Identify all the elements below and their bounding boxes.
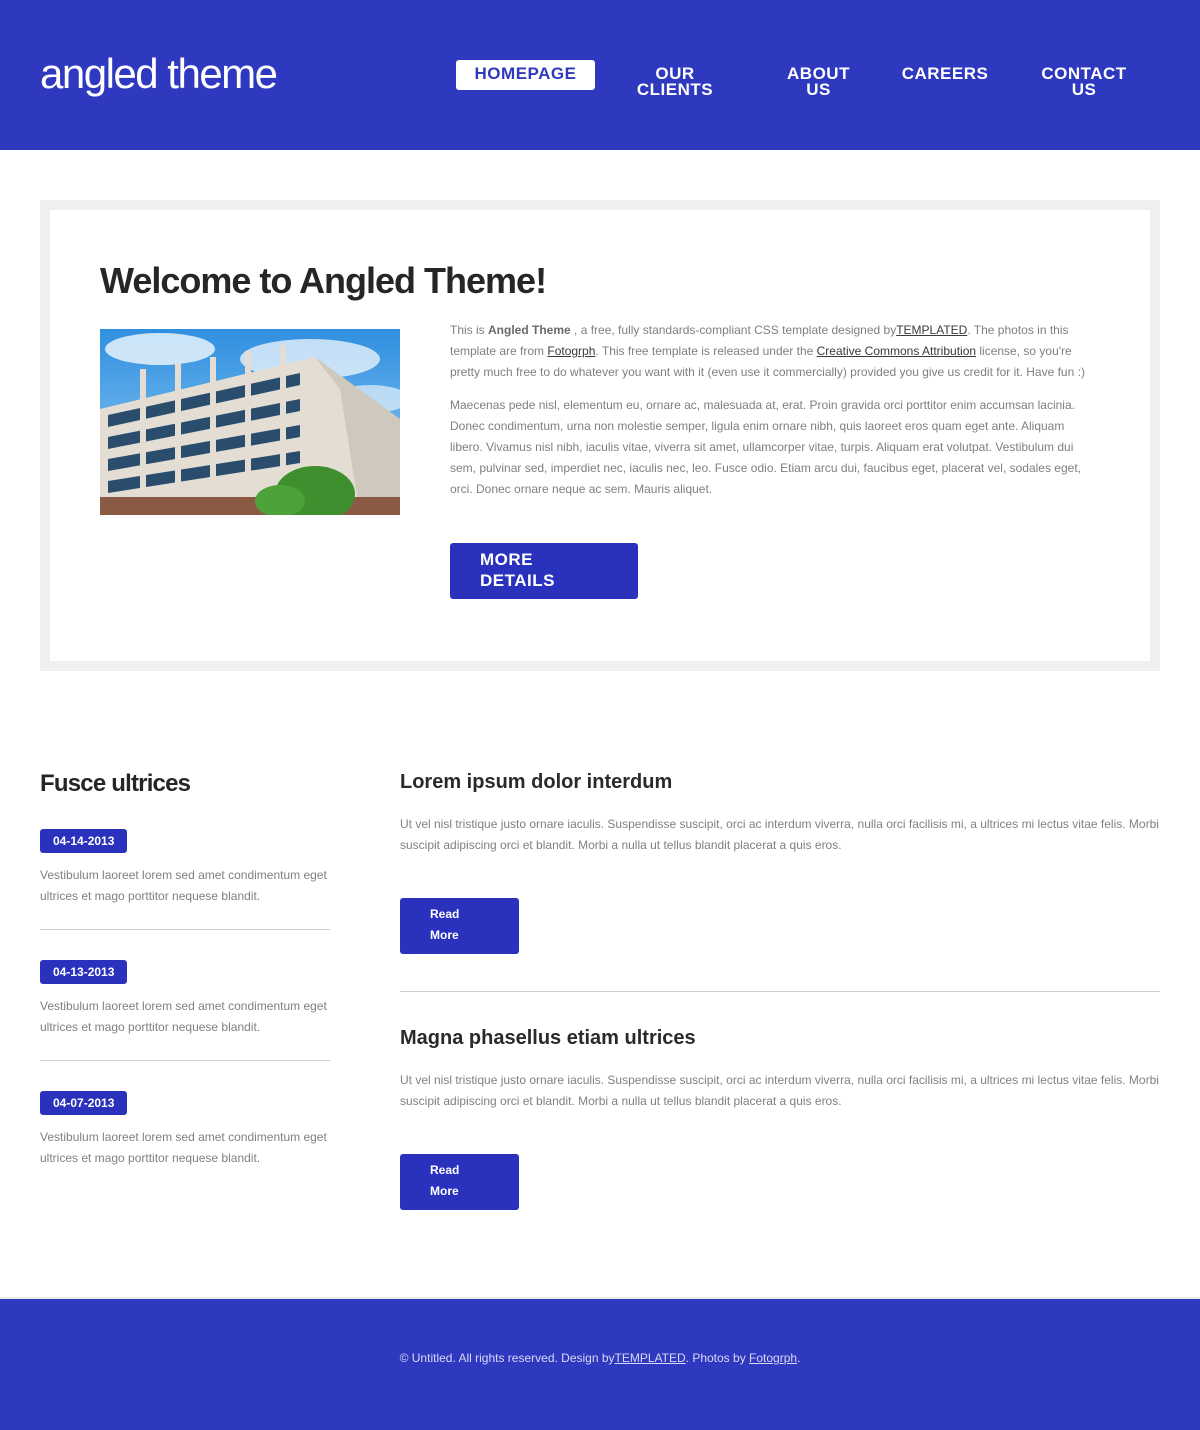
welcome-paragraph-2: Maecenas pede nisl, elementum eu, ornare… xyxy=(450,398,1081,496)
welcome-text: This is Angled Theme , a free, fully sta… xyxy=(450,320,1100,512)
sidebar-entry-text: Vestibulum laoreet lorem sed amet condim… xyxy=(40,1130,327,1165)
theme-name: Angled Theme xyxy=(488,323,571,337)
nav-our-clients[interactable]: OUR CLIENTS xyxy=(625,65,725,98)
sidebar-entry-text: Vestibulum laoreet lorem sed amet condim… xyxy=(40,999,327,1034)
footer-credits: © Untitled. All rights reserved. Design … xyxy=(399,1351,801,1365)
nav-careers[interactable]: CAREERS xyxy=(895,65,995,82)
more-details-button[interactable]: MORE DETAILS xyxy=(450,543,638,599)
article: Lorem ipsum dolor interdum Ut vel nisl t… xyxy=(400,771,1160,961)
article-title: Lorem ipsum dolor interdum xyxy=(400,771,673,793)
creative-commons-link[interactable]: Creative Commons Attribution xyxy=(817,344,976,358)
nav-contact-us[interactable]: CONTACT US xyxy=(1036,65,1132,98)
sidebar-entry: 04-14-2013 Vestibulum laoreet lorem sed … xyxy=(40,829,330,907)
site-logo[interactable]: angled theme xyxy=(40,50,278,98)
site-header: angled theme HOMEPAGE OUR CLIENTS ABOUT … xyxy=(0,0,1200,150)
nav-about-us[interactable]: ABOUT US xyxy=(776,65,861,98)
templated-link[interactable]: TEMPLATED xyxy=(896,323,967,337)
sidebar-divider xyxy=(40,929,330,930)
footer-fotogrph-link[interactable]: Fotogrph xyxy=(749,1351,797,1365)
nav-homepage[interactable]: HOMEPAGE xyxy=(456,60,595,90)
welcome-title: Welcome to Angled Theme! xyxy=(100,260,547,301)
sidebar-entry: 04-07-2013 Vestibulum laoreet lorem sed … xyxy=(40,1091,330,1169)
article-divider xyxy=(400,991,1160,992)
article: Magna phasellus etiam ultrices Ut vel ni… xyxy=(400,1027,1160,1217)
read-more-button[interactable]: Read More xyxy=(400,1154,519,1210)
sidebar-entry: 04-13-2013 Vestibulum laoreet lorem sed … xyxy=(40,960,330,1038)
date-badge: 04-14-2013 xyxy=(40,829,128,853)
article-text: Ut vel nisl tristique justo ornare iacul… xyxy=(400,1073,1159,1108)
welcome-paragraph-1: This is Angled Theme , a free, fully sta… xyxy=(450,323,1085,379)
site-footer: © Untitled. All rights reserved. Design … xyxy=(0,1297,1200,1430)
sidebar-entry-text: Vestibulum laoreet lorem sed amet condim… xyxy=(40,868,327,903)
building-photo xyxy=(100,329,400,515)
article-text: Ut vel nisl tristique justo ornare iacul… xyxy=(400,817,1159,852)
sidebar-divider xyxy=(40,1060,330,1061)
footer-templated-link[interactable]: TEMPLATED xyxy=(615,1351,686,1365)
sidebar-title: Fusce ultrices xyxy=(40,770,191,797)
article-title: Magna phasellus etiam ultrices xyxy=(400,1027,696,1049)
read-more-button[interactable]: Read More xyxy=(400,898,519,954)
date-badge: 04-13-2013 xyxy=(40,960,128,984)
date-badge: 04-07-2013 xyxy=(40,1091,128,1115)
fotogrph-link[interactable]: Fotogrph xyxy=(547,344,595,358)
